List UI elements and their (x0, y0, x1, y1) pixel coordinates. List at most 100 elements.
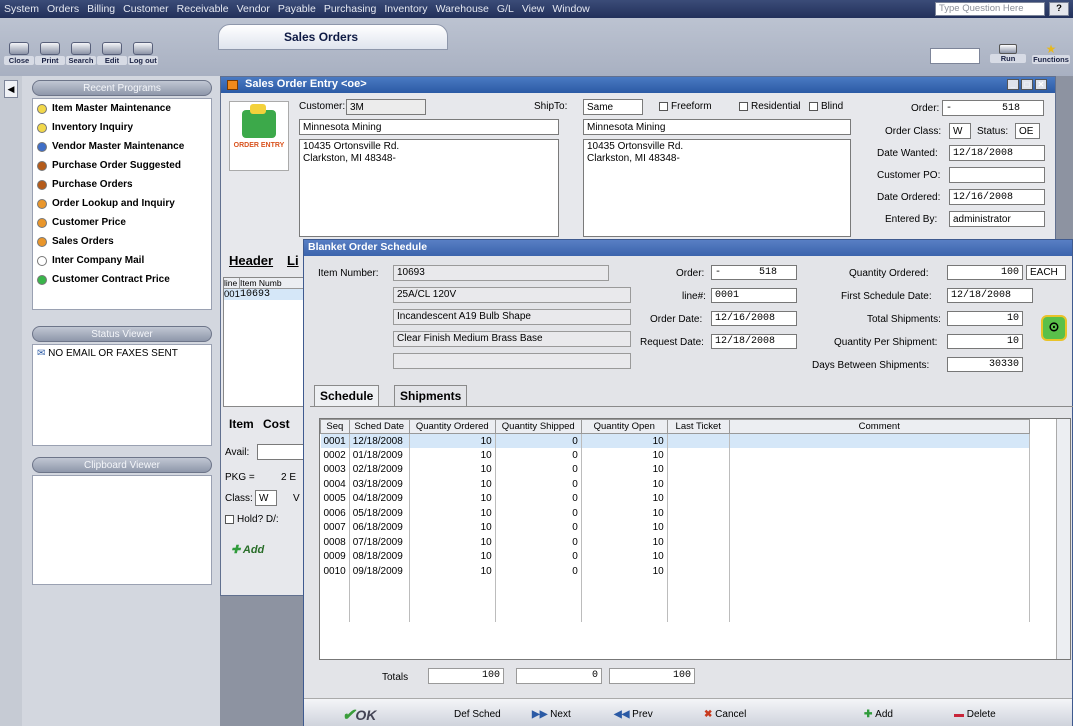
first-schedule-field[interactable]: 12/18/2008 (947, 288, 1033, 303)
column-header[interactable]: Last Ticket (666, 419, 730, 434)
bill-address-field[interactable]: 10435 Ortonsville Rd. Clarkston, MI 4834… (299, 139, 559, 237)
table-row[interactable]: 0005 04/18/2009 10 0 10 (320, 491, 1030, 506)
recent-program-item[interactable]: Customer Price (33, 213, 211, 232)
table-row[interactable]: 0003 02/18/2009 10 0 10 (320, 462, 1030, 477)
unit-field[interactable]: EACH (1026, 265, 1066, 280)
avail-field[interactable] (257, 444, 305, 460)
table-row[interactable]: 0008 07/18/2009 10 0 10 (320, 535, 1030, 550)
table-row[interactable]: 0002 01/18/2009 10 0 10 (320, 448, 1030, 463)
tab-shipments[interactable]: Shipments (394, 385, 468, 406)
recent-program-item[interactable]: Purchase Orders (33, 175, 211, 194)
lines-grid[interactable]: line Item Numb 001 10693 (223, 277, 305, 407)
qty-ordered-field[interactable]: 100 (947, 265, 1023, 280)
residential-checkbox[interactable]: Residential (739, 101, 800, 112)
functions-button[interactable]: ★ Functions (1032, 43, 1070, 68)
menu-item[interactable]: Payable (274, 3, 320, 15)
days-between-field[interactable]: 30330 (947, 357, 1023, 372)
table-row[interactable]: 0007 06/18/2009 10 0 10 (320, 520, 1030, 535)
menu-item[interactable]: G/L (493, 3, 518, 15)
request-date-field[interactable]: 12/18/2008 (711, 334, 797, 349)
qty-per-shipment-field[interactable]: 10 (947, 334, 1023, 349)
date-ordered-field[interactable]: 12/16/2008 (949, 189, 1045, 205)
recent-program-item[interactable]: Vendor Master Maintenance (33, 137, 211, 156)
customer-field[interactable]: 3M (346, 99, 426, 115)
tab-cost[interactable]: Cost (263, 417, 290, 431)
table-row[interactable]: 0010 09/18/2009 10 0 10 (320, 564, 1030, 579)
minimize-button[interactable]: _ (1007, 79, 1019, 90)
help-button[interactable]: ? (1049, 2, 1069, 16)
order-class-field[interactable]: W (949, 123, 971, 139)
delete-button[interactable]: ▬ Delete (954, 709, 996, 720)
vertical-scrollbar[interactable] (1056, 419, 1070, 659)
bill-name-field[interactable]: Minnesota Mining (299, 119, 559, 135)
recent-program-item[interactable]: Inter Company Mail (33, 251, 211, 270)
tab-schedule[interactable]: Schedule (314, 385, 380, 406)
customer-po-field[interactable] (949, 167, 1045, 183)
maximize-button[interactable]: □ (1021, 79, 1033, 90)
status-field[interactable]: OE (1015, 123, 1040, 139)
cancel-button[interactable]: ✖ Cancel (704, 709, 746, 720)
menu-item[interactable]: Warehouse (432, 3, 493, 15)
toolbar-button[interactable]: Close (4, 42, 34, 70)
toolbar-button[interactable]: Print (35, 42, 65, 70)
recent-program-item[interactable]: Order Lookup and Inquiry (33, 194, 211, 213)
menu-item[interactable]: View (518, 3, 549, 15)
table-row[interactable]: 0006 05/18/2009 10 0 10 (320, 506, 1030, 521)
grid-row[interactable]: 001 10693 (224, 289, 304, 300)
hold-checkbox[interactable]: Hold? D/: (225, 514, 279, 525)
calculate-icon[interactable]: ⊙ (1041, 315, 1067, 341)
tab-item[interactable]: Item (229, 417, 254, 431)
toolbar-button[interactable]: Log out (128, 42, 158, 70)
total-shipments-field[interactable]: 10 (947, 311, 1023, 326)
date-wanted-field[interactable]: 12/18/2008 (949, 145, 1045, 161)
menu-item[interactable]: Orders (43, 3, 83, 15)
prev-button[interactable]: ◀◀ Prev (614, 709, 653, 720)
order-field[interactable]: - 518 (942, 100, 1044, 116)
tab-lines[interactable]: Li (287, 253, 299, 268)
entered-by-field[interactable]: administrator (949, 211, 1045, 227)
ok-button[interactable]: ✔ OK (342, 705, 376, 725)
column-header[interactable]: Sched Date (348, 419, 410, 434)
menu-item[interactable]: Purchasing (320, 3, 381, 15)
menu-item[interactable]: Receivable (173, 3, 233, 15)
recent-program-item[interactable]: Inventory Inquiry (33, 118, 211, 137)
bos-order-field[interactable]: - 518 (711, 265, 797, 280)
menu-item[interactable]: Billing (83, 3, 119, 15)
schedule-grid[interactable]: Seq Sched Date Quantity Ordered Quantity Sh… (319, 418, 1071, 660)
tab-sales-orders[interactable]: Sales Orders (218, 24, 448, 50)
recent-program-item[interactable]: Sales Orders (33, 232, 211, 251)
ship-name-field[interactable]: Minnesota Mining (583, 119, 851, 135)
add-line-button[interactable]: ✚ Add (231, 543, 264, 556)
recent-program-item[interactable]: Purchase Order Suggested (33, 156, 211, 175)
table-row[interactable]: 0004 03/18/2009 10 0 10 (320, 477, 1030, 492)
table-row[interactable]: 0009 08/18/2009 10 0 10 (320, 549, 1030, 564)
blind-checkbox[interactable]: Blind (809, 101, 843, 112)
column-header[interactable]: Seq (320, 419, 350, 434)
toolbar-button[interactable]: Edit (97, 42, 127, 70)
column-header[interactable]: Comment (728, 419, 1030, 434)
table-row[interactable]: 0001 12/18/2008 10 0 10 (320, 433, 1030, 448)
item-number-field[interactable]: 10693 (393, 265, 609, 281)
question-input[interactable]: Type Question Here (935, 2, 1045, 16)
recent-program-item[interactable]: Item Master Maintenance (33, 99, 211, 118)
add-button[interactable]: ✚ Add (864, 709, 893, 720)
order-date-field[interactable]: 12/16/2008 (711, 311, 797, 326)
toolbar-button[interactable]: Search (66, 42, 96, 70)
menu-item[interactable]: Inventory (380, 3, 431, 15)
run-button[interactable]: Run (990, 44, 1026, 68)
shipto-field[interactable]: Same (583, 99, 643, 115)
next-button[interactable]: ▶▶ Next (532, 709, 571, 720)
def-sched-button[interactable]: Def Sched (454, 709, 501, 720)
column-header[interactable]: Quantity Shipped (494, 419, 582, 434)
menu-item[interactable]: Window (548, 3, 593, 15)
line-field[interactable]: 0001 (711, 288, 797, 303)
recent-program-item[interactable]: Customer Contract Price (33, 270, 211, 289)
column-header[interactable]: Quantity Open (580, 419, 668, 434)
freeform-checkbox[interactable]: Freeform (659, 101, 712, 112)
menu-item[interactable]: Vendor (233, 3, 274, 15)
program-input[interactable] (930, 48, 980, 64)
tab-header[interactable]: Header (229, 253, 273, 268)
menu-item[interactable]: Customer (119, 3, 173, 15)
close-button[interactable]: ✕ (1035, 79, 1047, 90)
class-field[interactable]: W (255, 490, 277, 506)
